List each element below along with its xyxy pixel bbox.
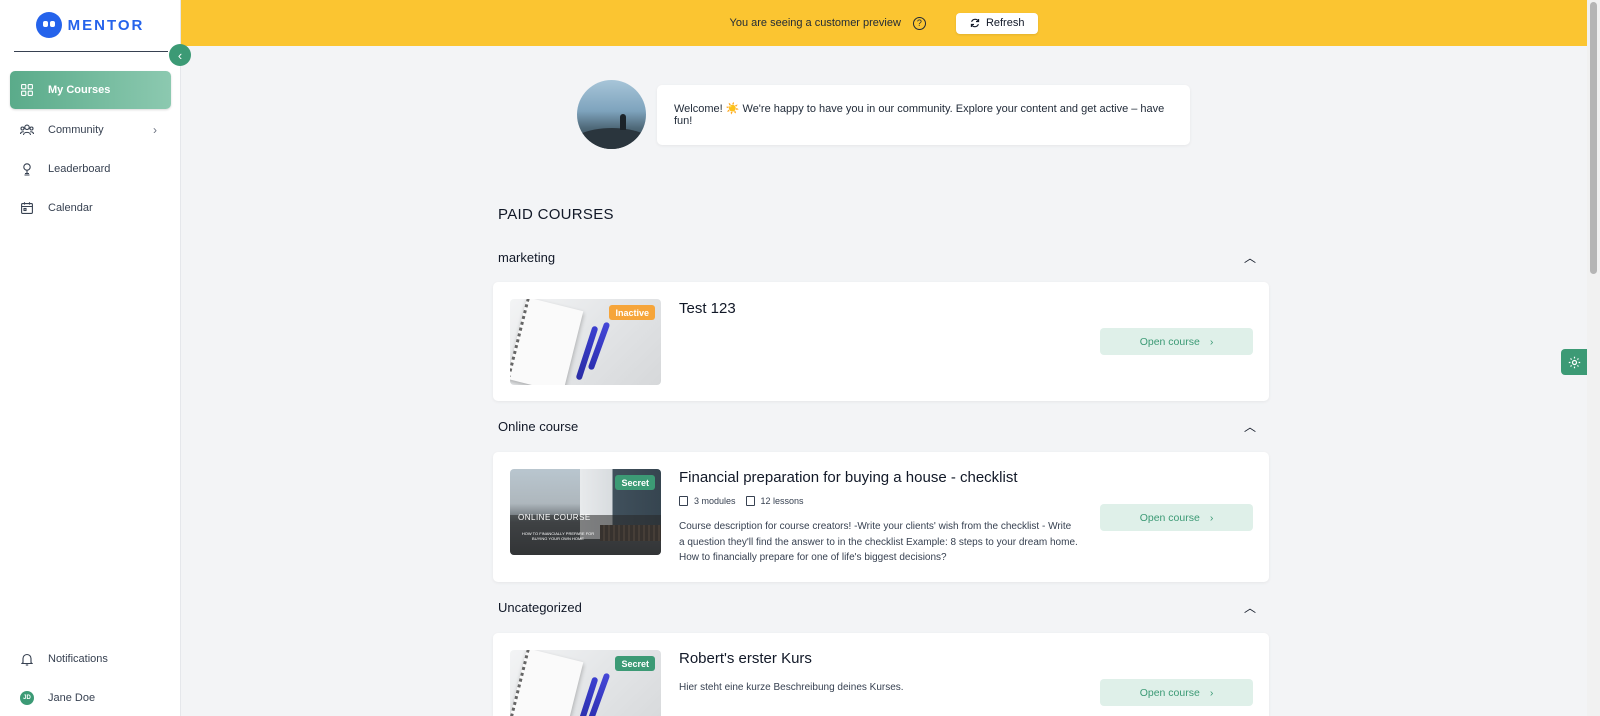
scrollbar-thumb[interactable] [1590,2,1597,274]
logo-text: MENTOR [67,16,145,34]
gear-icon [1568,356,1580,368]
category-name: Uncategorized [498,599,582,615]
profile-name: Jane Doe [48,692,96,704]
refresh-icon [970,18,980,28]
sidebar-item-my-courses[interactable]: My Courses [10,71,171,109]
scrollbar[interactable] [1587,0,1600,716]
refresh-label: Refresh [985,17,1025,29]
course-title[interactable]: Test 123 [679,300,736,317]
course-title[interactable]: Financial preparation for buying a house… [679,469,1018,486]
open-course-label: Open course [1139,511,1200,524]
lessons-label: 12 lessons [760,496,804,506]
chevron-right-icon: › [1209,511,1214,524]
section-title: PAID COURSES [498,206,614,223]
sidebar-item-label: Community [48,124,104,136]
sidebar-divider [14,51,168,52]
community-icon [20,123,34,137]
sidebar-item-label: Notifications [48,653,108,665]
welcome-message: Welcome! ☀️ We're happy to have you in o… [674,103,1165,127]
trophy-icon [20,162,34,176]
thumb-notebook-shape [510,299,584,385]
status-badge: Secret [615,656,655,671]
help-icon[interactable]: ? [912,16,926,30]
calendar-icon [20,201,34,215]
modules-count: 3 modules [679,496,736,506]
document-icon [745,496,755,506]
sidebar-item-leaderboard[interactable]: Leaderboard [10,150,171,188]
course-thumbnail[interactable]: ONLINE COURSE HOW TO FINANCIALLY PREPARE… [510,469,661,555]
status-badge: Inactive [609,305,655,320]
status-badge: Secret [615,475,655,490]
thumb-subtitle: HOW TO FINANCIALLY PREPARE FOR BUYING YO… [521,531,595,541]
sidebar: MENTOR My Courses Community › Leaderboar… [0,0,181,716]
logo[interactable]: MENTOR [0,0,180,48]
open-course-button[interactable]: Open course › [1100,504,1253,531]
avatar: JD [20,691,34,705]
sidebar-nav: My Courses Community › Leaderboard Calen… [10,71,171,228]
preview-banner-text: You are seeing a customer preview [729,17,901,29]
course-description: Hier steht eine kurze Beschreibung deine… [679,682,904,693]
grid-icon [20,83,34,97]
open-course-label: Open course [1139,686,1200,699]
course-card: Inactive Test 123 Open course › [493,282,1269,401]
settings-button[interactable] [1561,349,1587,375]
avatar-rock [577,128,646,149]
category-header-marketing[interactable]: marketing ︿ [498,247,1268,267]
thumb-notebook-shape [510,650,584,716]
collapse-sidebar-button[interactable]: ‹ [169,44,191,66]
chevron-right-icon: › [1209,686,1214,699]
chevron-up-icon: ︿ [1243,250,1256,265]
category-name: marketing [498,249,556,265]
chevron-up-icon: ︿ [1243,600,1256,615]
avatar-figure [620,114,626,130]
chevron-up-icon: ︿ [1243,419,1256,434]
open-course-label: Open course [1139,335,1200,348]
community-avatar-image [577,80,646,149]
lessons-count: 12 lessons [745,496,804,506]
chevron-right-icon: › [153,123,157,137]
course-card: ONLINE COURSE HOW TO FINANCIALLY PREPARE… [493,452,1269,582]
sidebar-bottom: Notifications JD Jane Doe [10,640,171,716]
bell-icon [20,652,34,666]
course-description: Course description for course creators! … [679,521,1078,563]
course-thumbnail[interactable]: Inactive [510,299,661,385]
preview-banner: You are seeing a customer preview ? Refr… [181,0,1587,46]
category-header-online-course[interactable]: Online course ︿ [498,416,1268,436]
refresh-button[interactable]: Refresh [955,12,1039,34]
open-course-button[interactable]: Open course › [1100,328,1253,355]
course-thumbnail[interactable]: Secret [510,650,661,716]
sidebar-item-community[interactable]: Community › [10,111,171,149]
book-icon [679,496,688,506]
modules-label: 3 modules [694,496,736,506]
welcome-card: Welcome! ☀️ We're happy to have you in o… [657,85,1190,145]
sidebar-item-label: Leaderboard [48,163,111,175]
sidebar-item-notifications[interactable]: Notifications [10,640,171,678]
chevron-right-icon: › [1209,335,1214,348]
course-card: Secret Robert's erster Kurs Hier steht e… [493,633,1269,716]
mentor-logo-icon [35,12,62,38]
course-meta: 3 modules 12 lessons [679,496,804,506]
sidebar-item-label: My Courses [48,84,111,96]
category-name: Online course [498,418,579,434]
sidebar-item-label: Calendar [48,202,93,214]
category-header-uncategorized[interactable]: Uncategorized ︿ [498,597,1268,617]
sidebar-item-profile[interactable]: JD Jane Doe [10,679,171,716]
sidebar-item-calendar[interactable]: Calendar [10,189,171,227]
chevron-left-icon: ‹ [177,47,183,63]
thumb-title: ONLINE COURSE [518,513,591,522]
course-title[interactable]: Robert's erster Kurs [679,650,812,667]
open-course-button[interactable]: Open course › [1100,679,1253,706]
